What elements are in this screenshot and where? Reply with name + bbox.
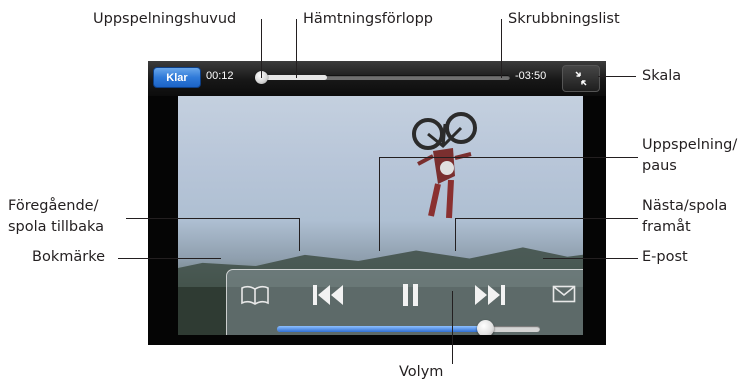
- leader-bookmark: [118, 258, 221, 259]
- shrink-arrows-icon: [575, 71, 587, 86]
- video-player: Klar 00:12 -03:50: [148, 61, 606, 345]
- callout-previous-line2: spola tillbaka: [8, 219, 105, 235]
- callout-playhead: Uppspelningshuvud: [93, 11, 237, 27]
- video-frame[interactable]: [178, 96, 583, 335]
- elapsed-time: 00:12: [206, 70, 234, 82]
- callout-play-pause-line1: Uppspelning/: [642, 137, 738, 153]
- done-button[interactable]: Klar: [153, 67, 201, 88]
- leader-next-h: [455, 218, 638, 219]
- leader-previous-v: [299, 218, 300, 251]
- callout-volume: Volym: [399, 364, 444, 380]
- skip-back-icon[interactable]: [311, 282, 345, 308]
- volume-slider[interactable]: [277, 320, 540, 335]
- callout-download-progress: Hämtningsförlopp: [303, 11, 434, 27]
- leader-scale: [598, 76, 636, 77]
- leader-playhead: [261, 19, 262, 78]
- leader-scrubber-bar: [501, 19, 502, 78]
- leader-play-pause-h: [379, 157, 638, 158]
- bike-rider-image: [412, 112, 477, 219]
- scrubber-bar[interactable]: [255, 71, 510, 84]
- leader-play-pause-v: [379, 157, 380, 251]
- callout-next-line2: framåt: [642, 219, 691, 235]
- skip-forward-icon[interactable]: [473, 282, 507, 308]
- playback-controls-panel: [226, 269, 583, 335]
- callout-email: E-post: [642, 249, 688, 265]
- leader-previous-h: [126, 218, 300, 219]
- scale-button[interactable]: [562, 65, 600, 92]
- player-top-bar: Klar 00:12 -03:50: [148, 61, 606, 96]
- callout-bookmark: Bokmärke: [32, 249, 105, 265]
- leader-email: [543, 258, 638, 259]
- leader-download-progress: [296, 19, 297, 78]
- envelope-icon[interactable]: [552, 285, 576, 303]
- book-icon[interactable]: [240, 284, 270, 306]
- callout-previous-line1: Föregående/: [8, 198, 99, 214]
- volume-knob[interactable]: [476, 320, 494, 335]
- callout-next-line1: Nästa/spola: [642, 198, 728, 214]
- callout-play-pause-line2: paus: [642, 158, 677, 174]
- pause-icon[interactable]: [401, 282, 421, 308]
- leader-volume: [452, 291, 453, 364]
- leader-next-v: [455, 218, 456, 251]
- callout-scale: Skala: [642, 68, 682, 84]
- callout-scrubber-bar: Skrubbningslist: [508, 11, 620, 27]
- remaining-time: -03:50: [515, 70, 547, 82]
- volume-level: [277, 326, 485, 332]
